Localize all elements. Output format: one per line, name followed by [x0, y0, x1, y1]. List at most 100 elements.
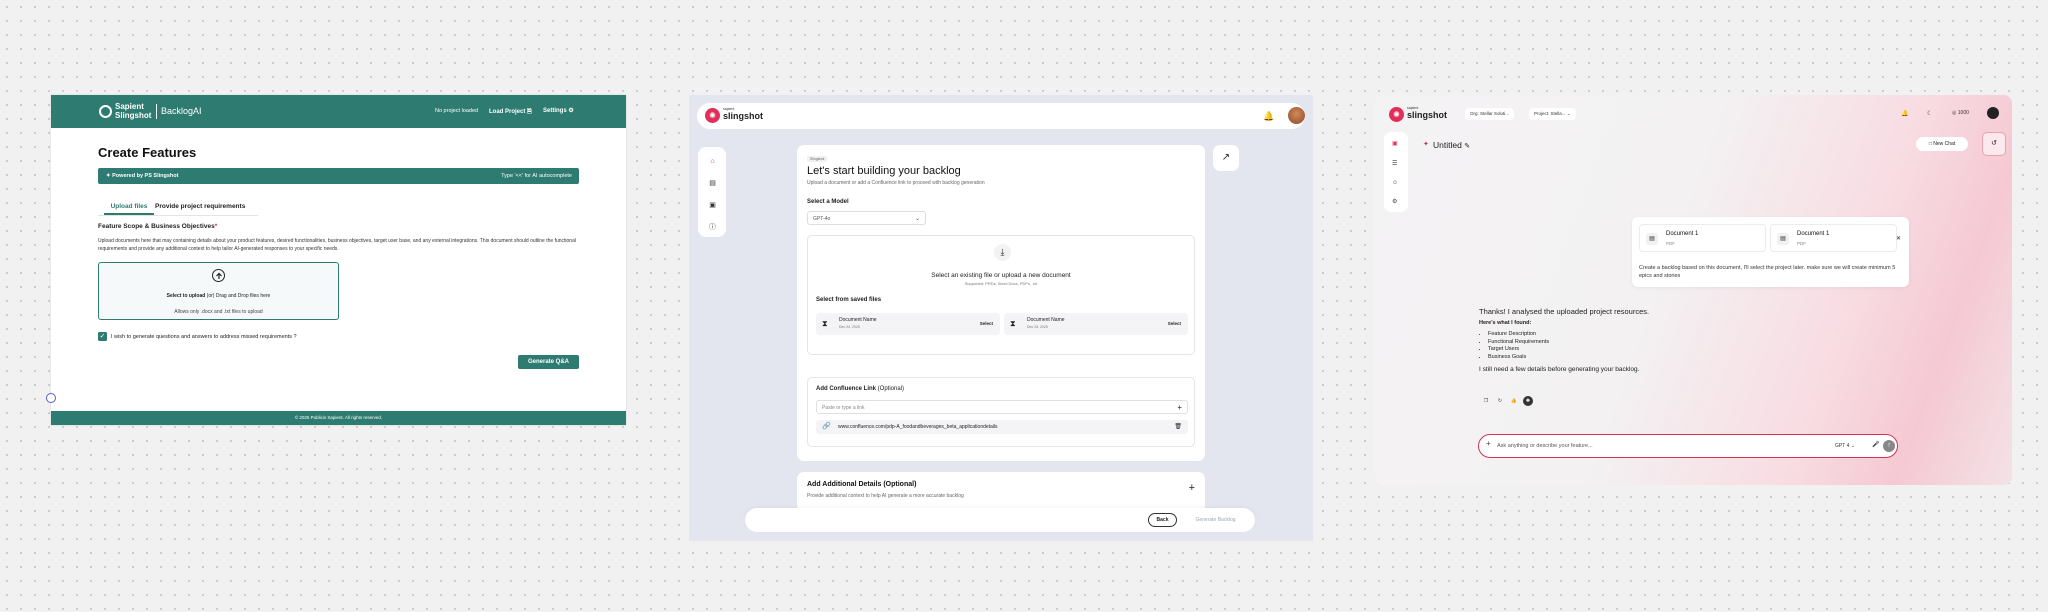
document-type: PDF — [1666, 241, 1675, 246]
bell-icon[interactable]: 🔔 — [1901, 110, 1908, 117]
new-chat-label: New Chat — [1933, 141, 1956, 147]
select-file-button[interactable]: Select — [1168, 321, 1181, 326]
brand-logo-text: Sapient Slingshot — [115, 102, 152, 120]
floating-handle[interactable] — [46, 393, 56, 403]
load-project-button[interactable]: Load Project 🗎 — [489, 107, 532, 117]
reply-intro: Thanks! I analysed the uploaded project … — [1479, 307, 1650, 316]
moon-icon[interactable]: ☾ — [1927, 110, 1932, 117]
upload-dropzone[interactable]: ⤓ Select an existing file or upload a ne… — [807, 235, 1195, 355]
slingshot-avatar-icon[interactable]: ✺ — [1523, 396, 1533, 406]
page-title: Let's start building your backlog — [807, 165, 961, 177]
saved-file-item: ⧗ Document Name Dec 24, 2025 Select — [1004, 313, 1188, 335]
powered-by-banner: ✦ Powered by PS Slingshot Type '<<' for … — [98, 168, 579, 184]
new-chat-button[interactable]: □ New Chat — [1916, 137, 1968, 151]
saved-files-label: Select from saved files — [816, 297, 882, 303]
page-title: Create Features — [98, 145, 197, 160]
file-icon: ⧗ — [822, 319, 828, 328]
back-button[interactable]: Back — [1148, 513, 1177, 527]
file-date: Dec 24, 2025 — [839, 325, 860, 329]
slingshot-logo-icon: ✺ — [1389, 107, 1404, 122]
generate-qa-checkbox[interactable]: ✓ — [98, 332, 107, 341]
trash-icon[interactable]: 🗑 — [1174, 423, 1182, 430]
upload-arrow-icon — [212, 269, 225, 282]
document-icon[interactable]: ▤ — [708, 179, 717, 188]
generate-qa-button[interactable]: Generate Q&A — [518, 355, 579, 369]
user-message-text: Create a backlog based on this document,… — [1639, 265, 1896, 279]
model-select[interactable]: GPT-4o ⌄ — [807, 211, 926, 225]
copy-icon[interactable]: ❐ — [1481, 396, 1491, 406]
mic-icon[interactable]: 🎤 — [1872, 441, 1879, 448]
generate-backlog-button[interactable]: Generate Backlog — [1183, 513, 1248, 527]
add-link-icon[interactable]: + — [1177, 403, 1182, 412]
header-bar: Sapient Slingshot BacklogAI No project l… — [51, 95, 626, 128]
tab-provide-requirements[interactable]: Provide project requirements — [155, 203, 245, 213]
users-icon[interactable]: ☺ — [1392, 180, 1398, 186]
section-description: Upload documents here that may containin… — [98, 238, 576, 252]
banner-left: ✦ Powered by PS Slingshot — [106, 173, 178, 179]
document-name: Document 1 — [1666, 231, 1699, 237]
settings-button[interactable]: Settings ⚙ — [543, 107, 574, 114]
home-icon[interactable]: ▣ — [1392, 140, 1398, 147]
confluence-link-input[interactable]: Paste or type a link + — [816, 400, 1188, 414]
top-bar: ✺ sapient slingshot 🔔 — [697, 103, 1305, 129]
logo-text: slingshot — [723, 111, 763, 121]
close-icon[interactable]: ✕ — [1896, 235, 1901, 242]
send-button[interactable]: ↑ — [1883, 440, 1895, 452]
chat-title-text: Untitled — [1433, 140, 1462, 150]
banner-left-text: Powered by PS Slingshot — [112, 173, 179, 179]
confluence-label-text: Add Confluence Link — [816, 386, 876, 392]
thumbs-up-icon[interactable]: 👍 — [1509, 396, 1519, 406]
composer-placeholder[interactable]: Ask anything or describe your feature... — [1497, 443, 1593, 449]
credits-value: 1000 — [1957, 110, 1969, 116]
reply-outro: I still need a few details before genera… — [1479, 366, 1640, 373]
model-selector[interactable]: GPT 4 ⌄ — [1835, 443, 1855, 449]
attached-document[interactable]: ▤ Document 1 PDF — [1770, 224, 1897, 252]
chevron-down-icon: ⌄ — [1850, 443, 1855, 449]
side-nav: ⌂ ▤ ▣ ⓘ — [698, 147, 726, 237]
saved-file-item: ⧗ Document Name Dec 24, 2025 Select — [816, 313, 1000, 335]
chevron-down-icon: ⌄ — [1566, 111, 1571, 116]
dropzone-supported: Supported: PRDs, Word Docs, PDFs, .txt — [964, 281, 1038, 286]
upload-link[interactable]: Select to upload — [167, 293, 206, 299]
confluence-placeholder: Paste or type a link — [822, 405, 865, 411]
avatar[interactable] — [1288, 107, 1305, 124]
assistant-reply: Thanks! I analysed the uploaded project … — [1479, 307, 1779, 373]
plus-icon[interactable]: + — [1189, 482, 1195, 494]
model-value: GPT-4o — [813, 216, 831, 222]
file-name: Document Name — [839, 317, 877, 323]
section-title-text: Feature Scope & Business Objectives — [98, 223, 215, 230]
trending-icon[interactable]: ↗ — [1213, 145, 1239, 171]
bell-icon[interactable]: 🔔 — [1263, 111, 1274, 122]
settings-label: Settings — [543, 108, 567, 114]
archive-icon[interactable]: ▣ — [708, 201, 717, 210]
edit-pencil-icon[interactable]: ✎ — [1464, 143, 1470, 150]
upload-instruction: Select to upload (or) Drag and Drop file… — [99, 293, 338, 299]
regenerate-icon[interactable]: ↻ — [1495, 396, 1505, 406]
logo-text: slingshot — [1407, 110, 1447, 120]
org-selector[interactable]: Org: Stellar Soluti... — [1465, 108, 1515, 120]
side-rail: ▣ ☰ ☺ ⚙ — [1384, 132, 1408, 212]
project-selector[interactable]: Project: Stella... ⌄ — [1529, 108, 1576, 120]
bottom-action-bar: Back Generate Backlog — [745, 508, 1255, 532]
required-mark: * — [214, 223, 218, 230]
file-icon: ▤ — [1777, 233, 1789, 245]
list-icon[interactable]: ☰ — [1392, 160, 1397, 167]
file-date: Dec 24, 2025 — [1027, 325, 1048, 329]
home-icon[interactable]: ⌂ — [708, 157, 717, 166]
link-icon: 🔗 — [822, 423, 831, 430]
select-file-button[interactable]: Select — [980, 321, 993, 326]
tab-upload-files[interactable]: Upload files — [104, 203, 154, 215]
upload-dropzone[interactable]: Select to upload (or) Drag and Drop file… — [98, 262, 339, 320]
history-icon[interactable]: ↺ — [1982, 132, 2006, 156]
help-icon[interactable]: ⓘ — [708, 223, 717, 232]
confluence-link-url[interactable]: www.confluence.com/pdp-A_foodandbeverage… — [838, 424, 998, 430]
upload-file-types: Allows only .docx and .txt files to uplo… — [174, 309, 263, 315]
additional-details-card[interactable]: Add Additional Details (Optional) Provid… — [797, 472, 1205, 512]
attached-document[interactable]: ▤ Document 1 PDF — [1639, 224, 1766, 252]
attach-plus-icon[interactable]: + — [1486, 439, 1491, 448]
avatar[interactable] — [1987, 107, 1999, 119]
backlogai-window: Sapient Slingshot BacklogAI No project l… — [51, 95, 626, 425]
chat-composer[interactable]: + Ask anything or describe your feature.… — [1478, 434, 1898, 458]
settings-icon[interactable]: ⚙ — [1392, 198, 1397, 205]
footer: © 2025 Publicis Sapient. All rights rese… — [51, 411, 626, 425]
